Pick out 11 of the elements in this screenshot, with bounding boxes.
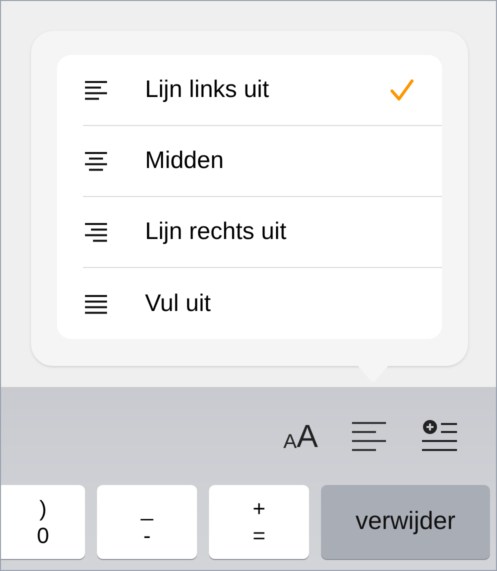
keyboard-key[interactable]: ) 0: [1, 485, 85, 559]
font-size-button[interactable]: AA: [283, 420, 318, 452]
keyboard-key[interactable]: _ -: [97, 485, 197, 559]
delete-key[interactable]: verwijder: [321, 485, 490, 559]
alignment-icon: [85, 222, 107, 242]
alignment-icon: [85, 151, 107, 171]
keyboard-key[interactable]: + =: [209, 485, 309, 559]
alignment-icon: [85, 294, 107, 314]
alignment-button[interactable]: [352, 421, 388, 451]
insert-list-button[interactable]: [422, 420, 458, 452]
alignment-icon: [85, 80, 107, 100]
